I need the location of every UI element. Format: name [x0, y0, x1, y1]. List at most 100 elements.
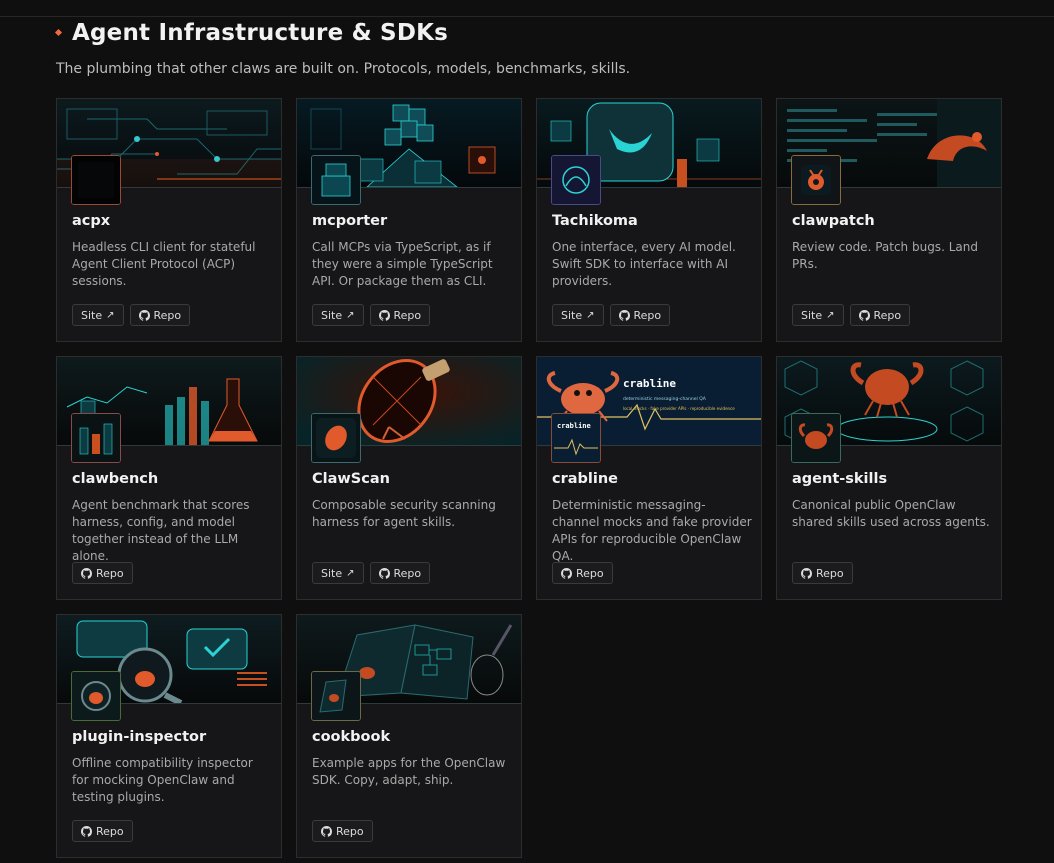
- github-icon: [801, 567, 812, 579]
- clawscan-logo-icon: [311, 413, 361, 463]
- project-card-tachikoma[interactable]: Tachikoma One interface, every AI model. …: [536, 98, 762, 342]
- github-icon: [378, 309, 390, 321]
- project-card-cookbook[interactable]: cookbook Example apps for the OpenClaw SD…: [296, 614, 522, 858]
- external-arrow-icon: ↗: [106, 309, 115, 321]
- repo-button-label: Repo: [153, 308, 182, 322]
- repo-button[interactable]: Repo: [72, 562, 133, 584]
- project-card-mcporter[interactable]: mcporter Call MCPs via TypeScript, as if …: [296, 98, 522, 342]
- card-title[interactable]: clawbench: [72, 471, 158, 487]
- diamond-icon: [54, 28, 63, 36]
- card-description: Example apps for the OpenClaw SDK. Copy,…: [312, 756, 506, 787]
- github-icon: [81, 567, 92, 579]
- mcporter-logo-icon: [311, 155, 361, 205]
- project-card-crabline[interactable]: crabline deterministic messaging-channel…: [536, 356, 762, 600]
- card-description: Review code. Patch bugs. Land PRs.: [792, 240, 978, 271]
- github-icon: [618, 309, 630, 321]
- card-links: Repo: [792, 562, 853, 584]
- site-button-label: Site: [321, 308, 343, 322]
- repo-button[interactable]: Repo: [552, 562, 613, 584]
- card-description: Agent benchmark that scores harness, con…: [72, 498, 250, 563]
- card-title[interactable]: acpx: [72, 213, 110, 229]
- project-grid: acpx Headless CLI client for stateful Age…: [56, 98, 1002, 858]
- site-button[interactable]: Site ↗: [72, 304, 124, 326]
- card-links: Site ↗ Repo: [312, 562, 431, 584]
- site-button[interactable]: Site ↗: [312, 562, 364, 584]
- card-links: Repo: [312, 820, 373, 842]
- repo-button[interactable]: Repo: [849, 304, 911, 326]
- card-title[interactable]: plugin-inspector: [72, 729, 206, 745]
- repo-button[interactable]: Repo: [312, 820, 373, 842]
- site-button[interactable]: Site ↗: [792, 304, 844, 326]
- card-title[interactable]: ClawScan: [312, 471, 390, 487]
- crabline-logo-icon: crabline: [551, 413, 601, 463]
- repo-button-label: Repo: [336, 824, 364, 838]
- github-icon: [321, 825, 332, 837]
- card-description: One interface, every AI model. Swift SDK…: [552, 240, 736, 288]
- card-links: Site ↗ Repo: [312, 304, 431, 326]
- clawpatch-logo-icon: [791, 155, 841, 205]
- card-links: Site ↗ Repo: [552, 304, 671, 326]
- repo-button[interactable]: Repo: [792, 562, 853, 584]
- github-icon: [378, 567, 390, 579]
- section-subtitle: The plumbing that other claws are built …: [56, 61, 631, 77]
- card-description: Canonical public OpenClaw shared skills …: [792, 498, 990, 529]
- crabline-banner-line2: local mocks · fake provider APIs · repro…: [623, 406, 735, 411]
- repo-button-label: Repo: [96, 824, 124, 838]
- crabline-banner-title: crabline: [623, 377, 676, 390]
- repo-button[interactable]: Repo: [609, 304, 671, 326]
- card-description: Deterministic messaging-channel mocks an…: [552, 498, 752, 563]
- repo-button-label: Repo: [393, 308, 422, 322]
- repo-button-label: Repo: [96, 566, 124, 580]
- site-button[interactable]: Site ↗: [312, 304, 364, 326]
- external-arrow-icon: ↗: [826, 309, 835, 321]
- acpx-logo-icon: [71, 155, 121, 205]
- external-arrow-icon: ↗: [586, 309, 595, 321]
- site-button-label: Site: [561, 308, 583, 322]
- project-card-clawbench[interactable]: clawbench Agent benchmark that scores har…: [56, 356, 282, 600]
- card-description: Offline compatibility inspector for mock…: [72, 756, 253, 804]
- card-title[interactable]: agent-skills: [792, 471, 887, 487]
- card-links: Repo: [552, 562, 613, 584]
- card-title[interactable]: clawpatch: [792, 213, 875, 229]
- card-description: Composable security scanning harness for…: [312, 498, 496, 529]
- site-button-label: Site: [321, 566, 343, 580]
- card-links: Site ↗ Repo: [792, 304, 911, 326]
- card-title[interactable]: mcporter: [312, 213, 387, 229]
- section-title: Agent Infrastructure & SDKs: [72, 20, 449, 46]
- site-button[interactable]: Site ↗: [552, 304, 604, 326]
- github-icon: [81, 825, 92, 837]
- repo-button[interactable]: Repo: [369, 562, 431, 584]
- repo-button-label: Repo: [393, 566, 422, 580]
- card-title[interactable]: cookbook: [312, 729, 390, 745]
- agent-skills-logo-icon: [791, 413, 841, 463]
- card-description: Call MCPs via TypeScript, as if they wer…: [312, 240, 493, 288]
- repo-button[interactable]: Repo: [369, 304, 431, 326]
- crabline-thumb-title: crabline: [557, 422, 591, 430]
- project-card-plugin-inspector[interactable]: plugin-inspector Offline compatibility in…: [56, 614, 282, 858]
- card-title[interactable]: crabline: [552, 471, 618, 487]
- cookbook-logo-icon: [311, 671, 361, 721]
- section-header: Agent Infrastructure & SDKs: [54, 20, 449, 46]
- clawbench-logo-icon: [71, 413, 121, 463]
- card-description: Headless CLI client for stateful Agent C…: [72, 240, 256, 288]
- repo-button-label: Repo: [873, 308, 902, 322]
- repo-button-label: Repo: [633, 308, 662, 322]
- card-links: Site ↗ Repo: [72, 304, 191, 326]
- repo-button-label: Repo: [816, 566, 844, 580]
- github-icon: [561, 567, 572, 579]
- repo-button[interactable]: Repo: [72, 820, 133, 842]
- project-card-clawpatch[interactable]: clawpatch Review code. Patch bugs. Land P…: [776, 98, 1002, 342]
- external-arrow-icon: ↗: [346, 309, 355, 321]
- repo-button[interactable]: Repo: [129, 304, 191, 326]
- project-card-acpx[interactable]: acpx Headless CLI client for stateful Age…: [56, 98, 282, 342]
- site-button-label: Site: [801, 308, 823, 322]
- project-card-agent-skills[interactable]: agent-skills Canonical public OpenClaw sh…: [776, 356, 1002, 600]
- top-divider: [0, 16, 1054, 17]
- card-links: Repo: [72, 820, 133, 842]
- tachikoma-logo-icon: [551, 155, 601, 205]
- github-icon: [138, 309, 150, 321]
- project-card-clawscan[interactable]: ClawScan Composable security scanning har…: [296, 356, 522, 600]
- crabline-banner-line1: deterministic messaging-channel QA: [623, 396, 707, 402]
- repo-button-label: Repo: [576, 566, 604, 580]
- card-title[interactable]: Tachikoma: [552, 213, 638, 229]
